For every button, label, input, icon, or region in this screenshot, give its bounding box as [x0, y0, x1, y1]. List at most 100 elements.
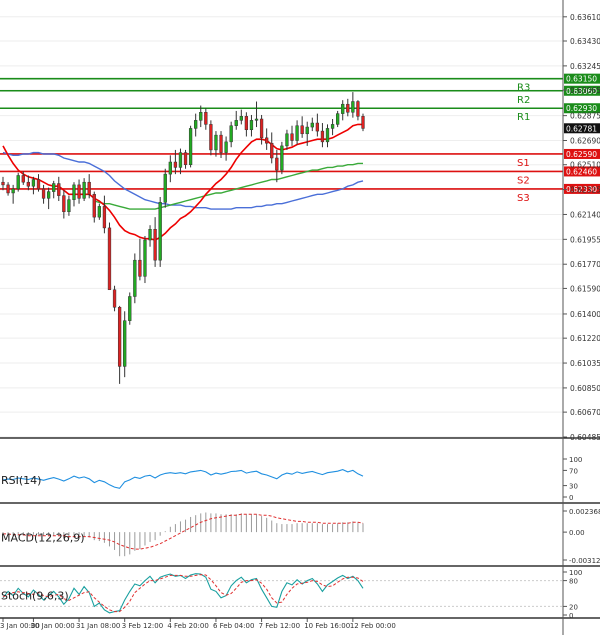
candle-body — [107, 227, 112, 291]
price-tick-label: 0.61955 — [570, 235, 600, 244]
candle-body — [188, 128, 193, 165]
price-tick-label: 0.62140 — [570, 210, 600, 219]
panel-tick-label: 30 — [569, 483, 578, 491]
candle-body — [163, 173, 167, 203]
candle-body — [26, 181, 30, 187]
price-tick-label: 0.63610 — [570, 13, 600, 22]
price-tick-label: 0.61770 — [570, 260, 600, 269]
candle-body — [254, 118, 259, 121]
candle-body — [148, 229, 152, 241]
candle-body — [336, 113, 340, 125]
price-tick-label: 0.60850 — [570, 384, 600, 393]
panel-title: RSI(14) — [1, 474, 41, 487]
candle-body — [16, 175, 20, 190]
price-tick-label: 0.63430 — [570, 37, 600, 46]
candle-body — [11, 188, 15, 194]
panel-tick-label: 0.00 — [569, 529, 585, 537]
price-tick-label: 0.60670 — [570, 408, 600, 417]
candle-body — [204, 112, 208, 125]
candle-body — [62, 195, 66, 213]
candle-body — [97, 206, 101, 218]
candle-body — [285, 133, 289, 147]
candle-body — [249, 120, 254, 131]
pivot-name-r2: R2 — [517, 95, 530, 106]
candle-body — [173, 161, 178, 168]
time-tick-label: 7 Feb 12:00 — [259, 622, 300, 630]
price-tick-label: 0.61035 — [570, 359, 600, 368]
candle-body — [219, 134, 223, 153]
candle-body — [123, 320, 127, 367]
price-tick-label: 0.63245 — [570, 62, 600, 71]
candle-body — [52, 183, 56, 192]
pivot-name-s2: S2 — [517, 175, 530, 186]
candle-body — [153, 229, 157, 261]
pivot-name-s3: S3 — [517, 193, 530, 204]
candle-body — [290, 133, 294, 141]
candle-body — [112, 289, 117, 308]
candle-body — [31, 179, 36, 187]
price-tick-label: 0.62875 — [570, 112, 600, 121]
candle-body — [178, 152, 183, 168]
candle-body — [117, 306, 122, 367]
candle-body — [275, 157, 279, 171]
price-tick-label: 0.61400 — [570, 310, 600, 319]
candle-body — [1, 181, 5, 186]
pivot-name-r1: R1 — [517, 112, 530, 123]
candle-body — [183, 152, 188, 165]
candle-body — [199, 112, 203, 121]
panel-title: MACD(12,26,9) — [1, 532, 85, 545]
chart-background — [0, 0, 600, 635]
candle-body — [330, 124, 335, 129]
panel-tick-label: -0.003127 — [569, 557, 600, 565]
candle-body — [82, 181, 86, 199]
price-tick-label: 0.61590 — [570, 284, 600, 293]
candle-body — [270, 142, 274, 159]
candle-body — [265, 137, 269, 144]
candle-body — [341, 103, 345, 114]
price-tick-label: 0.61220 — [570, 334, 600, 343]
candle-body — [143, 239, 147, 277]
candle-body — [214, 134, 218, 151]
candle-body — [320, 130, 325, 143]
candle-body — [41, 188, 46, 199]
candle-body — [46, 191, 51, 199]
forex-chart: R30.63150R20.63060R10.62930S10.62590S20.… — [0, 0, 600, 635]
panel-tick-label: 0 — [569, 612, 573, 620]
candle-body — [305, 126, 309, 135]
candle-body — [310, 122, 314, 128]
candle-body — [346, 103, 350, 113]
panel-tick-label: 100 — [569, 569, 582, 577]
candle-body — [244, 116, 249, 131]
candle-body — [356, 101, 360, 117]
panel-tick-label: 80 — [569, 578, 578, 586]
candle-body — [36, 179, 41, 190]
time-tick-label: 12 Feb 00:00 — [350, 622, 396, 630]
pivot-value-label: 0.63150 — [566, 75, 597, 84]
panel-title: Stoch(9,6,3) — [1, 590, 69, 603]
time-tick-label: 31 Jan 08:00 — [76, 622, 120, 630]
time-tick-label: 30 Jan 00:00 — [30, 622, 74, 630]
candle-body — [209, 124, 213, 151]
candle-body — [133, 259, 137, 297]
panel-tick-label: 20 — [569, 603, 578, 611]
candle-body — [295, 125, 299, 141]
candle-body — [87, 181, 91, 195]
current-price-label: 0.62781 — [566, 124, 597, 133]
candle-body — [57, 183, 61, 196]
candle-body — [361, 116, 365, 129]
candle-body — [77, 184, 81, 199]
candle-body — [259, 118, 264, 139]
panel-tick-label: 0.002368 — [569, 508, 600, 516]
price-tick-label: 0.62510 — [570, 161, 600, 170]
pivot-value-label: 0.62590 — [566, 150, 597, 159]
candle-body — [102, 206, 107, 229]
candle-body — [315, 122, 320, 132]
candle-body — [229, 125, 233, 143]
time-tick-label: 3 Feb 12:00 — [122, 622, 163, 630]
pivot-name-r3: R3 — [517, 83, 530, 94]
candle-body — [72, 184, 76, 200]
candle-body — [194, 120, 198, 129]
candle-body — [224, 141, 228, 153]
time-tick-label: 6 Feb 04:00 — [213, 622, 254, 630]
candle-body — [234, 120, 238, 126]
